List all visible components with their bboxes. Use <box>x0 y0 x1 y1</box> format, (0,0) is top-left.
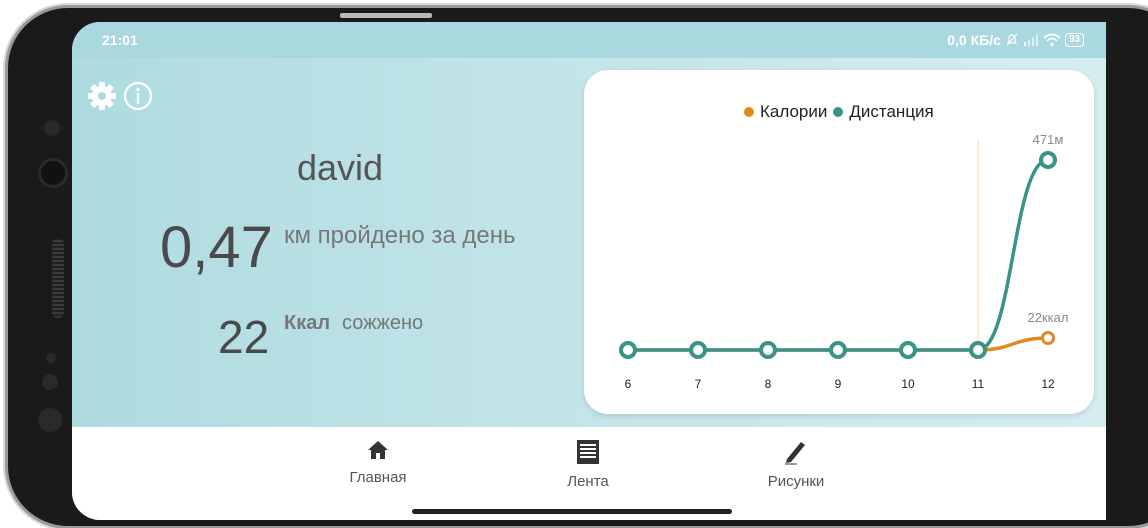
battery-level: 93 <box>1064 33 1084 47</box>
data-point-distance <box>619 341 637 359</box>
x-tick-label: 11 <box>972 377 985 391</box>
nav-item-home[interactable]: Главная <box>318 439 438 486</box>
signal-icon <box>1023 34 1038 46</box>
x-tick-label: 6 <box>625 377 632 391</box>
home-icon <box>368 441 388 459</box>
wifi-icon <box>1043 33 1061 47</box>
x-tick-label: 12 <box>1041 377 1055 391</box>
pencil-icon <box>785 442 805 465</box>
data-point-distance <box>829 341 847 359</box>
nav-item-feed[interactable]: Лента <box>528 439 648 490</box>
nav-label-feed: Лента <box>567 473 609 490</box>
data-point-distance <box>759 341 777 359</box>
data-point-distance <box>1039 151 1057 169</box>
data-point-distance <box>969 341 987 359</box>
data-point-distance <box>689 341 707 359</box>
network-speed: 0,0 КБ/с <box>947 32 1001 48</box>
info-icon <box>123 81 153 111</box>
line-chart: 6 7 8 9 10 11 12 22ккал 471м <box>619 132 1069 391</box>
data-point-calories <box>1041 331 1055 345</box>
info-button[interactable] <box>122 80 154 117</box>
data-label-calories: 22ккал <box>1028 310 1069 325</box>
nav-item-drawings[interactable]: Рисунки <box>736 439 856 490</box>
kcal-label: сожжено <box>342 312 424 334</box>
username: david <box>296 147 384 188</box>
sensor-icon <box>42 374 58 390</box>
x-tick-label: 10 <box>901 377 915 391</box>
speaker-grille <box>52 238 64 318</box>
sensor-icon <box>46 353 56 363</box>
settings-button[interactable] <box>86 80 118 117</box>
sensor-icon <box>44 120 60 136</box>
status-indicators: 0,0 КБ/с 93 <box>947 32 1084 48</box>
status-bar: 21:01 0,0 КБ/с 93 <box>72 22 1106 58</box>
activity-chart-card: Калории Дистанция 6 7 8 9 10 11 12 22ккал 471м <box>584 70 1094 414</box>
kcal-value: 22 <box>218 311 270 363</box>
series-line-distance <box>628 158 1049 352</box>
x-tick-label: 8 <box>765 377 772 391</box>
data-point-distance <box>899 341 917 359</box>
feed-icon <box>577 440 599 464</box>
fingerprint-icon <box>38 408 62 432</box>
bottom-navigation: Главная Лента Рисунки <box>72 427 1106 520</box>
nav-label-drawings: Рисунки <box>767 473 825 490</box>
kcal-unit: Ккал <box>284 312 331 334</box>
data-label-distance: 471м <box>1033 132 1064 147</box>
distance-label: км пройдено за день <box>284 222 516 249</box>
gear-icon <box>88 82 116 110</box>
x-tick-label: 7 <box>695 377 702 391</box>
app-screen: 21:01 0,0 КБ/с 93 david 0,47 км пройдено… <box>72 22 1106 520</box>
phone-button <box>340 13 432 18</box>
mute-bell-icon <box>1006 33 1018 46</box>
distance-value: 0,47 <box>160 215 273 280</box>
nav-label-home: Главная <box>349 469 407 486</box>
x-tick-label: 9 <box>835 377 842 391</box>
camera-icon <box>38 158 68 188</box>
home-indicator <box>412 509 732 514</box>
status-time: 21:01 <box>102 32 138 48</box>
